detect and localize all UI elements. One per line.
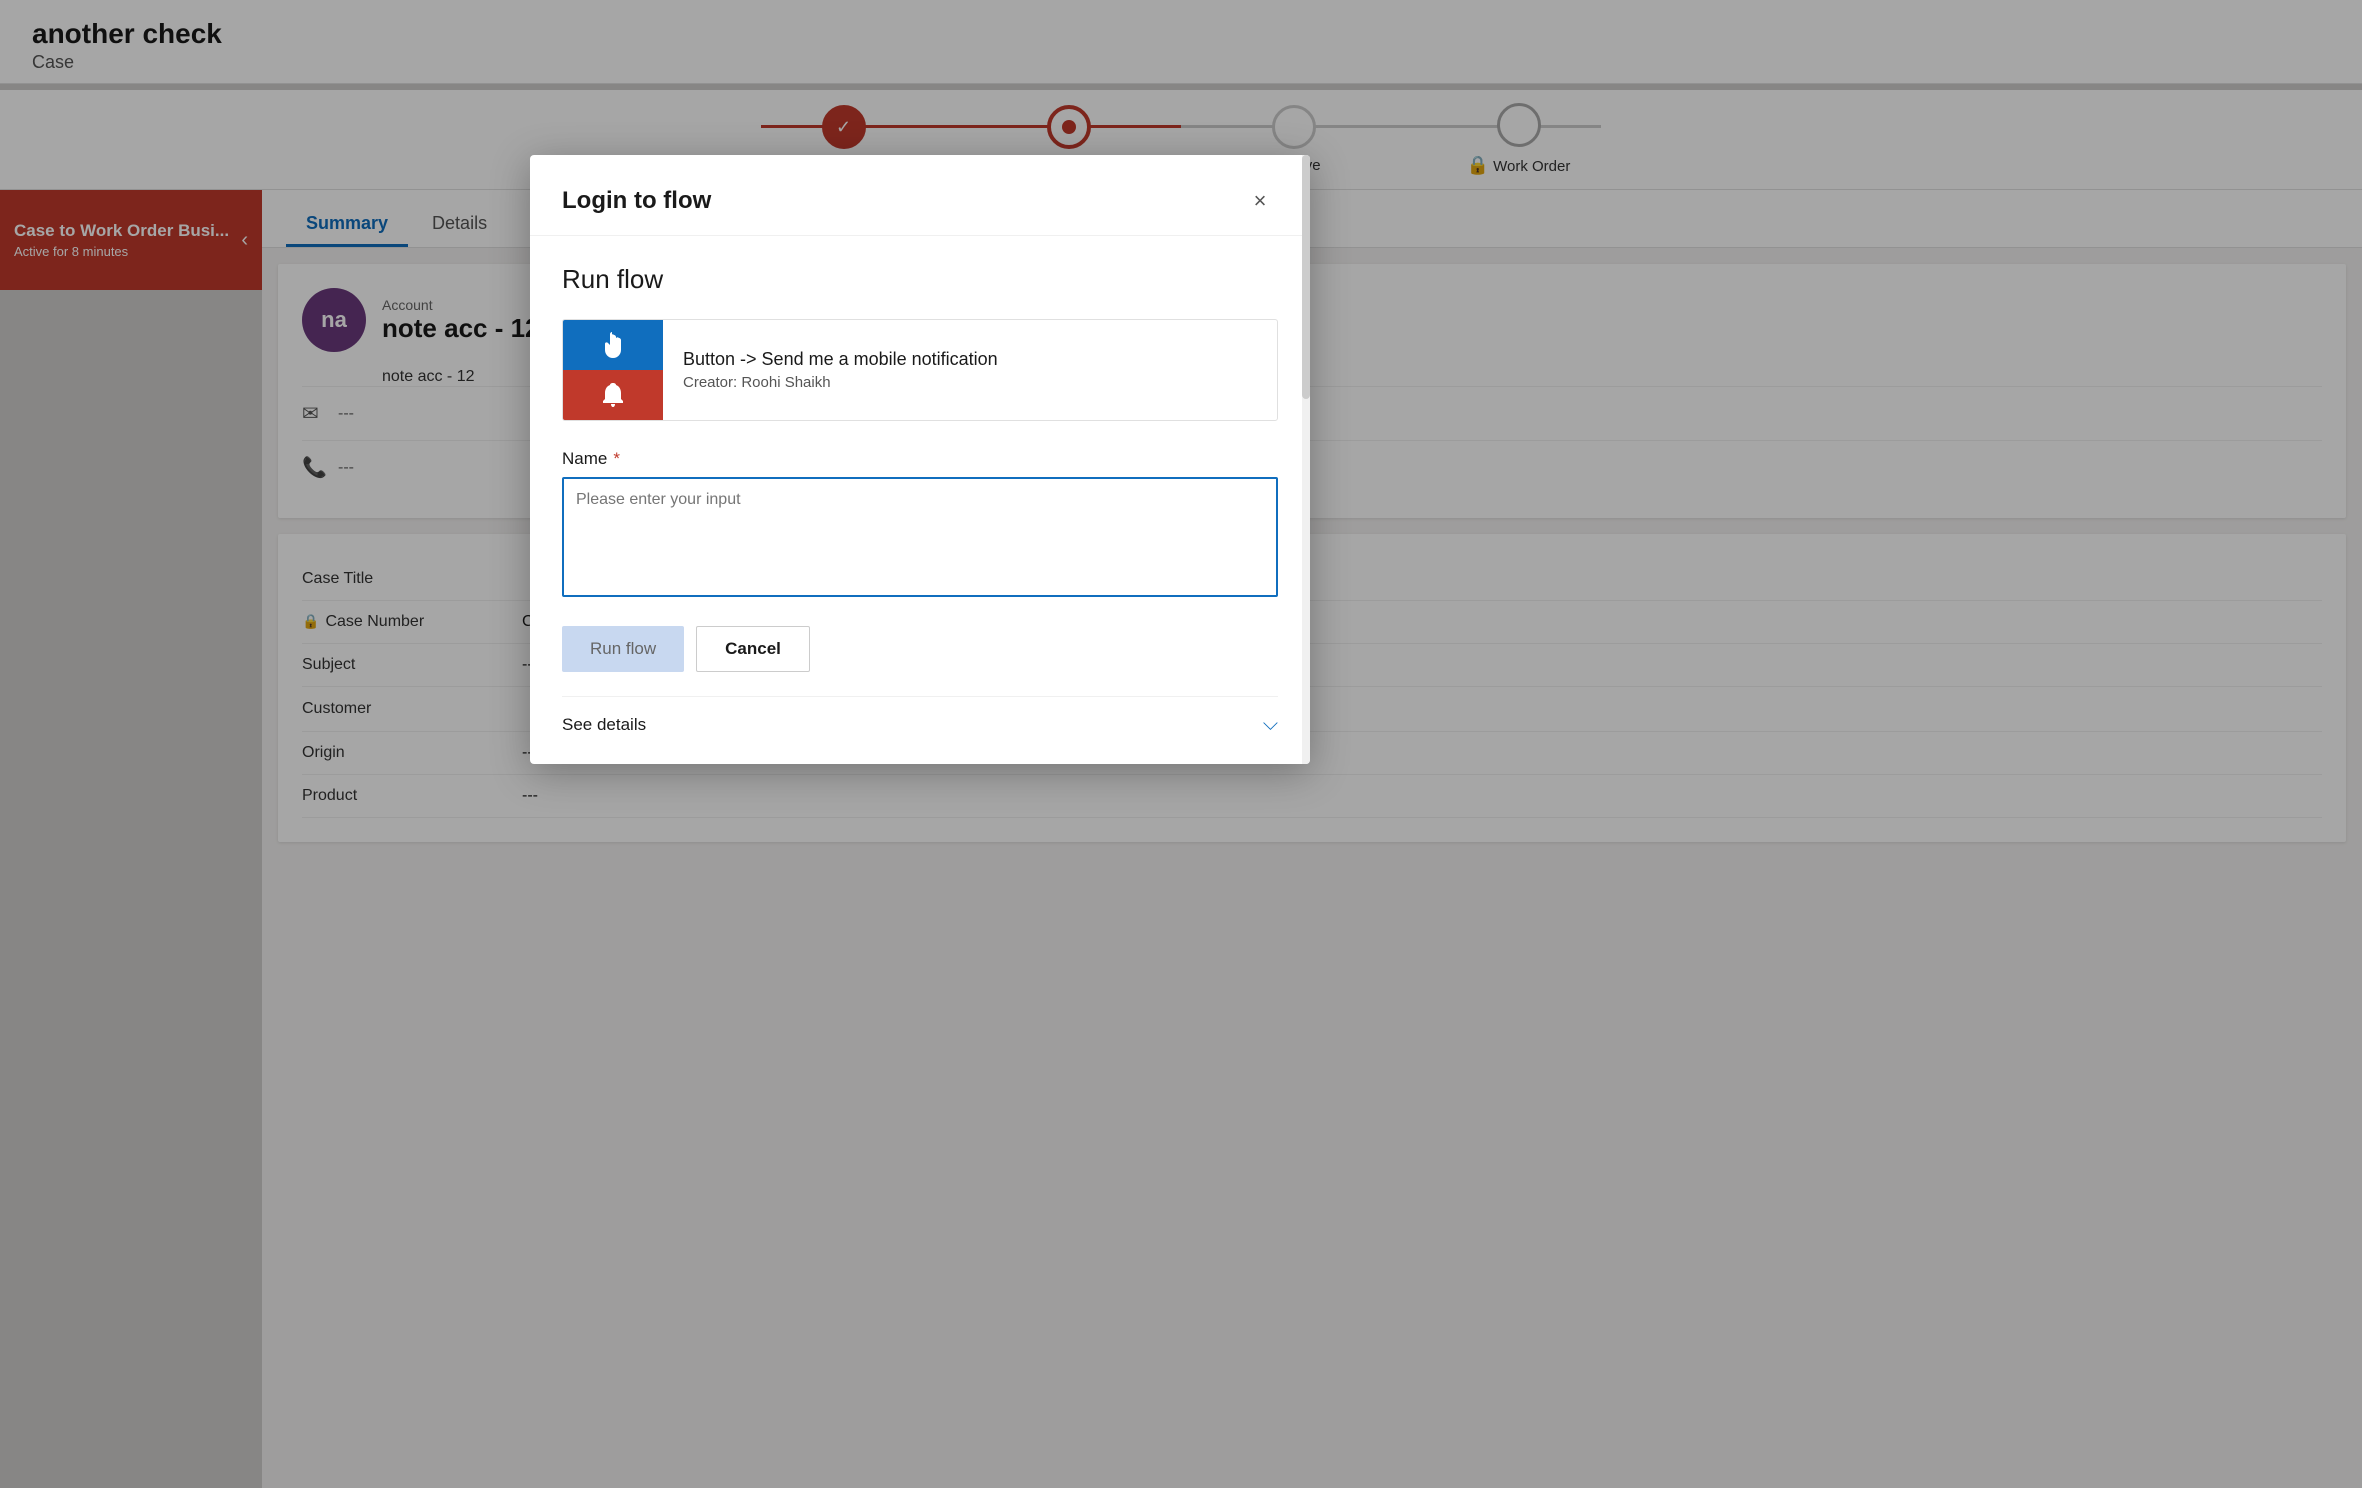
name-required-indicator: *: [613, 449, 620, 469]
modal-body: Run flow: [530, 236, 1310, 764]
modal-scrollbar-thumb: [1302, 155, 1310, 399]
flow-card: Button -> Send me a mobile notification …: [562, 319, 1278, 421]
modal-title: Login to flow: [562, 187, 711, 215]
flow-icon-top: [563, 320, 663, 370]
flow-icon-bottom: [563, 370, 663, 420]
see-details-label: See details: [562, 715, 646, 735]
cursor-icon: [598, 330, 628, 360]
modal-overlay: Login to flow × Run flow: [0, 0, 2362, 1488]
name-input[interactable]: [562, 477, 1278, 597]
modal-header: Login to flow ×: [530, 155, 1310, 236]
flow-card-icon: [563, 320, 663, 420]
cancel-button[interactable]: Cancel: [696, 626, 810, 672]
flow-card-title: Button -> Send me a mobile notification: [683, 349, 998, 370]
modal-scrollbar[interactable]: [1302, 155, 1310, 764]
modal-dialog: Login to flow × Run flow: [530, 155, 1310, 764]
chevron-down-icon: ⌵: [1263, 713, 1278, 736]
modal-footer-buttons: Run flow Cancel: [562, 626, 1278, 672]
see-details-row[interactable]: See details ⌵: [562, 696, 1278, 736]
flow-section-title: Run flow: [562, 264, 1278, 295]
flow-card-info: Button -> Send me a mobile notification …: [663, 333, 1018, 407]
name-field-label: Name *: [562, 449, 1278, 469]
flow-card-creator: Creator: Roohi Shaikh: [683, 374, 998, 391]
modal-close-button[interactable]: ×: [1242, 183, 1278, 219]
run-flow-button[interactable]: Run flow: [562, 626, 684, 672]
bell-icon: [599, 381, 627, 409]
